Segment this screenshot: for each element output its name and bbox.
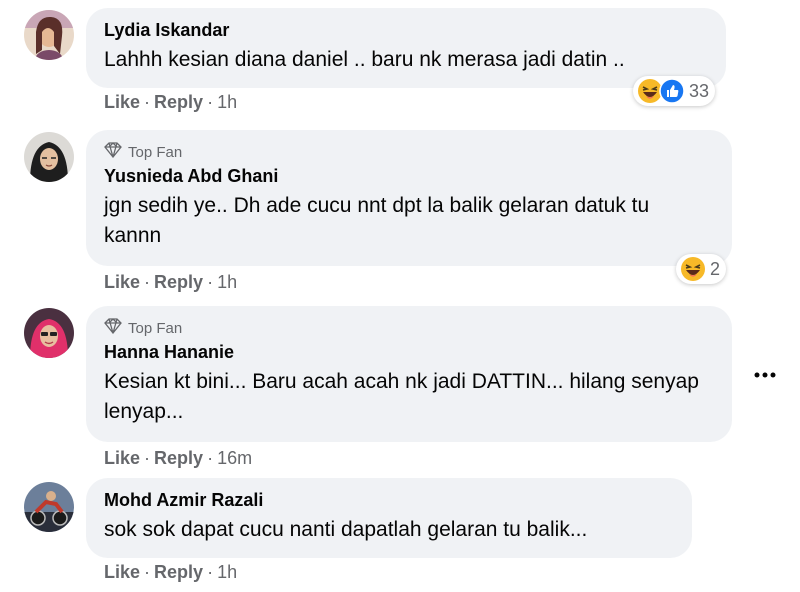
like-icon (659, 78, 685, 104)
like-link[interactable]: Like (104, 562, 140, 583)
like-link[interactable]: Like (104, 92, 140, 113)
timestamp[interactable]: 1h (217, 562, 237, 583)
reply-link[interactable]: Reply (154, 92, 203, 113)
timestamp[interactable]: 1h (217, 272, 237, 293)
diamond-icon (104, 318, 122, 338)
comment-actions: Like · Reply · 1h (104, 562, 238, 583)
timestamp[interactable]: 16m (217, 448, 252, 469)
badge-label: Top Fan (128, 319, 183, 337)
comment-author[interactable]: Yusnieda Abd Ghani (104, 166, 714, 187)
avatar[interactable] (24, 132, 74, 182)
comment-actions: Like · Reply · 16m (104, 448, 253, 469)
avatar[interactable] (24, 482, 74, 532)
like-link[interactable]: Like (104, 448, 140, 469)
timestamp[interactable]: 1h (217, 92, 237, 113)
reaction-count: 2 (710, 258, 721, 279)
avatar[interactable] (24, 308, 74, 358)
haha-icon (680, 256, 706, 282)
avatar[interactable] (24, 10, 74, 60)
reply-link[interactable]: Reply (154, 448, 203, 469)
comment-actions: Like · Reply · 1h (104, 92, 238, 113)
comment-text: jgn sedih ye.. Dh ade cucu nnt dpt la ba… (104, 194, 650, 247)
comment-author[interactable]: Mohd Azmir Razali (104, 490, 674, 511)
comment-bubble: Mohd Azmir Razali sok sok dapat cucu nan… (86, 478, 692, 558)
comment-author[interactable]: Lydia Iskandar (104, 20, 708, 41)
more-options-icon[interactable] (750, 360, 780, 390)
comment-text: Lahhh kesian diana daniel .. baru nk mer… (104, 48, 625, 71)
comment-bubble: Top Fan Yusnieda Abd Ghani jgn sedih ye.… (86, 130, 732, 266)
top-fan-badge: Top Fan (104, 318, 714, 338)
comment-actions: Like · Reply · 1h (104, 272, 238, 293)
diamond-icon (104, 142, 122, 162)
badge-label: Top Fan (128, 143, 183, 161)
comment-bubble: Lydia Iskandar Lahhh kesian diana daniel… (86, 8, 726, 88)
top-fan-badge: Top Fan (104, 142, 714, 162)
comment-bubble: Top Fan Hanna Hananie Kesian kt bini... … (86, 306, 732, 442)
comment-author[interactable]: Hanna Hananie (104, 342, 714, 363)
comment-text: sok sok dapat cucu nanti dapatlah gelara… (104, 518, 588, 541)
reaction-summary[interactable]: 33 (633, 76, 716, 106)
reply-link[interactable]: Reply (154, 562, 203, 583)
reply-link[interactable]: Reply (154, 272, 203, 293)
reaction-summary[interactable]: 2 (676, 254, 727, 284)
reaction-count: 33 (689, 80, 710, 101)
comment-text: Kesian kt bini... Baru acah acah nk jadi… (104, 370, 699, 423)
like-link[interactable]: Like (104, 272, 140, 293)
